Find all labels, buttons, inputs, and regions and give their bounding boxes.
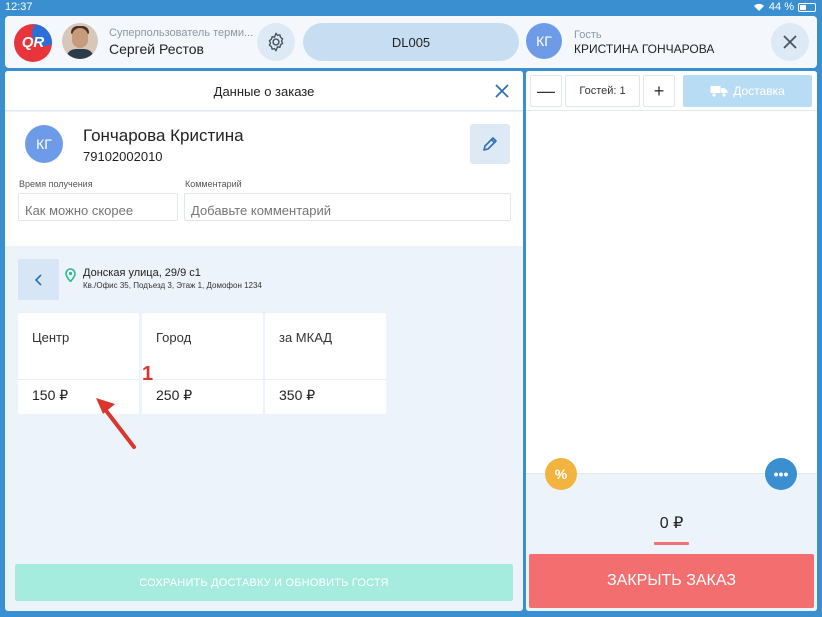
guest-avatar[interactable]: КГ [526, 23, 562, 59]
increase-guests-button[interactable]: + [643, 75, 675, 107]
save-delivery-button[interactable]: СОХРАНИТЬ ДОСТАВКУ И ОБНОВИТЬ ГОСТЯ [15, 564, 513, 601]
order-total: 0 ₽ [659, 515, 684, 532]
customer-phone: 79102002010 [83, 149, 163, 164]
more-options-button[interactable]: ••• [765, 458, 797, 490]
edit-customer-button[interactable] [470, 124, 510, 164]
zone-name: Город [156, 330, 192, 345]
pickup-time-input[interactable] [18, 193, 178, 221]
guest-name: КРИСТИНА ГОНЧАРОВА [574, 42, 715, 56]
zone-name: за МКАД [279, 330, 333, 345]
close-icon [783, 35, 797, 49]
delivery-button[interactable]: Доставка [683, 75, 812, 107]
top-bar: QR Суперпользователь терми... Сергей Рес… [5, 16, 817, 68]
cart-toolbar: — Гостей: 1 + Доставка [526, 71, 817, 111]
zone-price: 250 ₽ [156, 387, 193, 403]
customer-section: КГ Гончарова Кристина 79102002010 Время … [5, 112, 523, 246]
order-code-pill[interactable]: DL005 [303, 23, 519, 61]
map-pin-icon [65, 268, 76, 282]
chevron-left-icon [34, 273, 42, 286]
customer-avatar: КГ [25, 125, 63, 163]
customer-name: Гончарова Кристина [83, 126, 244, 145]
zone-card-outside-mkad[interactable]: за МКАД 350 ₽ [265, 313, 386, 414]
decrease-guests-button[interactable]: — [530, 75, 562, 107]
user-name: Сергей Рестов [109, 41, 204, 57]
pencil-icon [483, 137, 497, 151]
pickup-time-label: Время получения [19, 179, 93, 189]
annotation-number: 1 [142, 363, 154, 385]
close-guest-button[interactable] [771, 23, 809, 61]
total-underline [654, 542, 689, 545]
settings-button[interactable] [257, 23, 295, 61]
order-details-panel: Данные о заказе КГ Гончарова Кристина 79… [5, 71, 523, 611]
comment-label: Комментарий [185, 179, 242, 189]
battery-percent: 44 % [768, 1, 794, 13]
close-order-button[interactable]: ЗАКРЫТЬ ЗАКАЗ [529, 554, 814, 608]
zone-card-city[interactable]: Город 250 ₽ [142, 313, 263, 414]
zone-name: Центр [32, 330, 70, 345]
status-right: 44 % [753, 1, 816, 13]
discount-button[interactable]: % [545, 458, 577, 490]
user-role: Суперпользователь терми... [109, 27, 254, 39]
address-main: Донская улица, 29/9 с1 [83, 267, 201, 279]
back-button[interactable] [18, 259, 59, 300]
address-details: Кв./Офис 35, Подъезд 3, Этаж 1, Домофон … [83, 281, 262, 290]
panel-header: Данные о заказе [5, 71, 523, 111]
status-bar: 12:37 44 % [0, 0, 822, 16]
zone-price: 350 ₽ [279, 387, 316, 403]
app-logo[interactable]: QR [14, 24, 52, 62]
battery-icon [798, 2, 816, 12]
delivery-address-section: Донская улица, 29/9 с1 Кв./Офис 35, Подъ… [5, 246, 523, 611]
close-panel-icon[interactable] [493, 82, 511, 100]
zone-card-center[interactable]: Центр 150 ₽ [18, 313, 139, 414]
cart-panel: — Гостей: 1 + Доставка % ••• 0 ₽ ЗАКРЫТЬ… [526, 71, 817, 611]
guest-role: Гость [574, 29, 602, 41]
panel-title: Данные о заказе [213, 84, 315, 99]
status-time: 12:37 [5, 1, 33, 13]
logo-text: QR [21, 34, 45, 51]
gear-icon [268, 32, 284, 52]
zone-price: 150 ₽ [32, 387, 69, 403]
comment-input[interactable] [184, 193, 511, 221]
delivery-label: Доставка [733, 84, 785, 98]
guests-count: Гостей: 1 [565, 75, 640, 107]
user-avatar[interactable] [62, 23, 98, 59]
wifi-icon [753, 3, 764, 11]
truck-icon [710, 86, 728, 97]
